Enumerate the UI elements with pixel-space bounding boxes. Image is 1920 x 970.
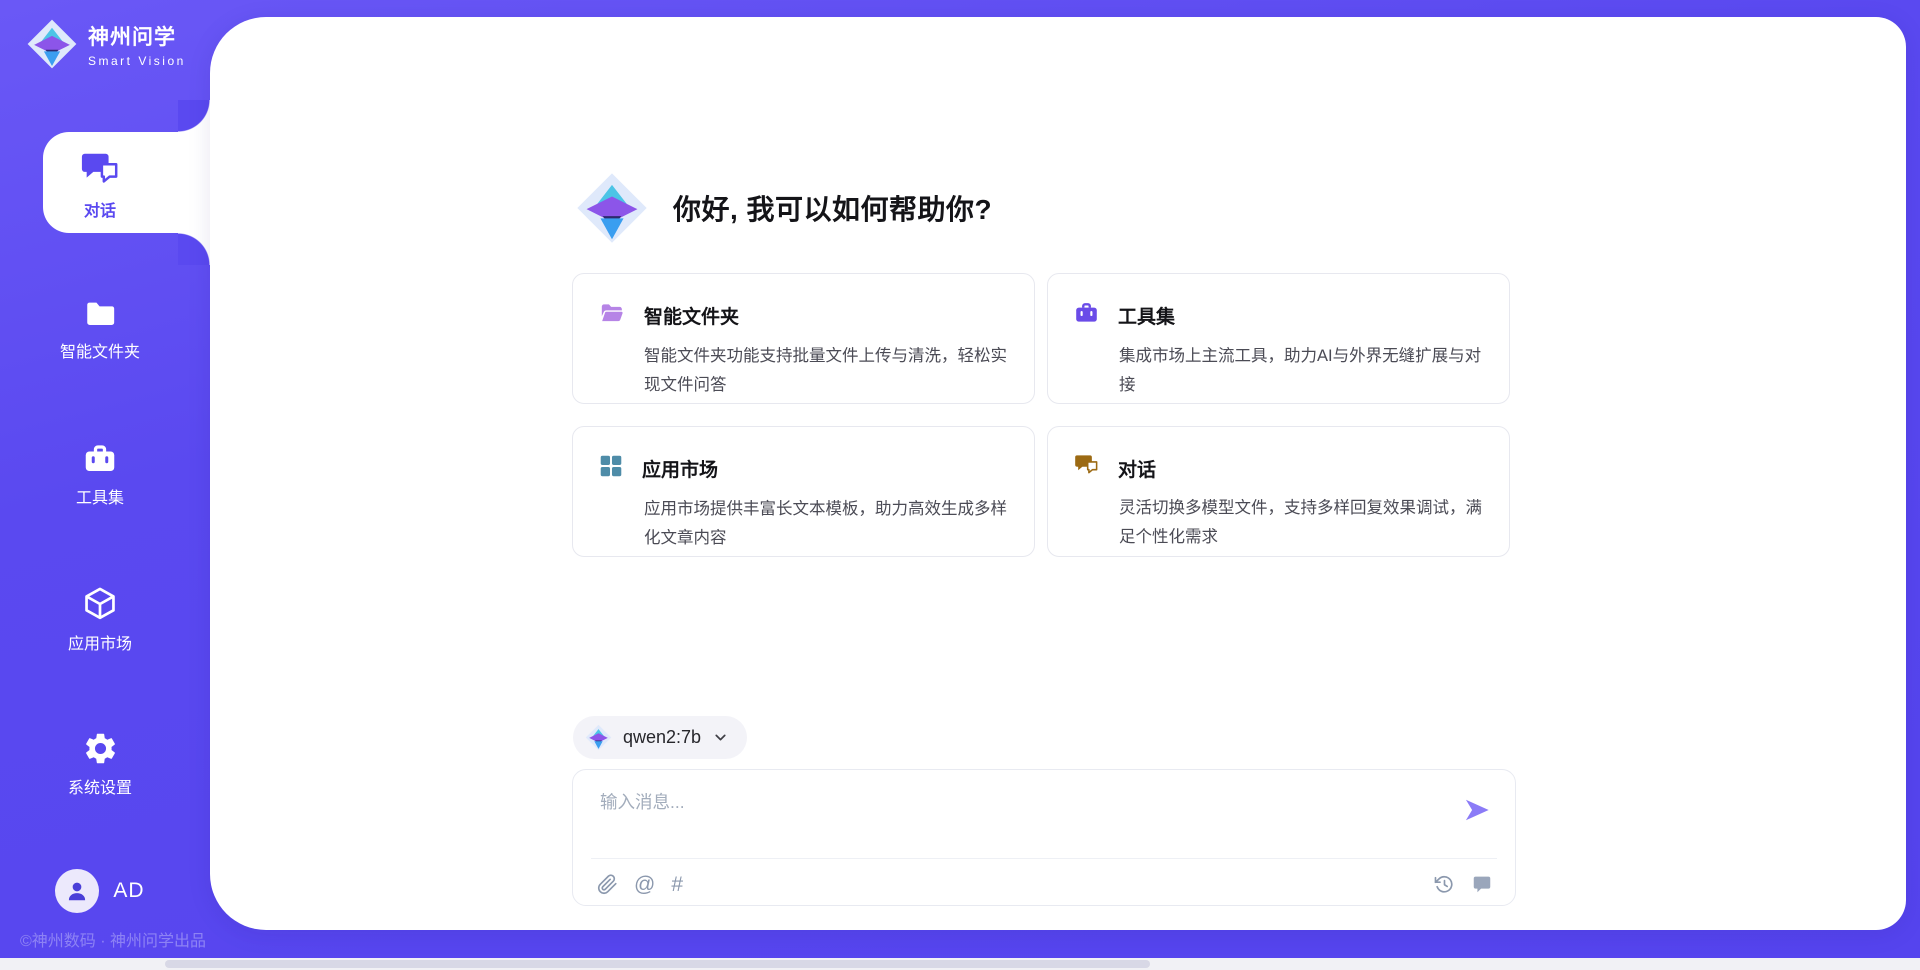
feature-cards: 智能文件夹 智能文件夹功能支持批量文件上传与清洗，轻松实现文件问答 工具集 集	[572, 273, 1510, 557]
message-input[interactable]: 输入消息...	[600, 789, 1445, 849]
card-title: 对话	[1118, 455, 1156, 482]
gem-logo-icon	[575, 171, 649, 245]
send-button[interactable]	[1463, 796, 1491, 824]
folder-icon	[82, 297, 118, 331]
chat-icon	[1073, 453, 1100, 483]
greeting: 你好, 我可以如何帮助你?	[575, 171, 992, 245]
composer-divider	[591, 858, 1497, 859]
app-root: 神州问学 Smart Vision 对话 智能文件夹	[0, 0, 1920, 970]
chat-bubble-icon	[1471, 873, 1493, 895]
chevron-down-icon	[712, 729, 729, 746]
card-title: 智能文件夹	[644, 302, 739, 329]
input-placeholder: 输入消息...	[600, 792, 685, 812]
sidebar-item-smart-folder[interactable]: 智能文件夹	[0, 297, 200, 362]
card-description: 灵活切换多模型文件，支持多样回复效果调试，满足个性化需求	[1119, 494, 1483, 552]
history-icon	[1434, 874, 1455, 895]
cube-icon	[81, 585, 119, 623]
sidebar: 神州问学 Smart Vision 对话 智能文件夹	[0, 0, 210, 970]
feature-card-chat[interactable]: 对话 灵活切换多模型文件，支持多样回复效果调试，满足个性化需求	[1047, 426, 1510, 557]
user-profile[interactable]: AD	[0, 869, 200, 913]
mention-button[interactable]: @	[634, 874, 655, 895]
sidebar-item-label: 应用市场	[68, 630, 132, 654]
card-description: 智能文件夹功能支持批量文件上传与清洗，轻松实现文件问答	[644, 342, 1008, 400]
greeting-text: 你好, 我可以如何帮助你?	[673, 188, 992, 228]
main-panel: 你好, 我可以如何帮助你? 智能文件夹 智能文件夹功能支持批量文件上传与清洗，轻…	[210, 17, 1906, 930]
hashtag-button[interactable]: #	[671, 874, 683, 895]
chat-bubble-button[interactable]	[1471, 873, 1493, 895]
sidebar-item-label: 智能文件夹	[60, 338, 140, 362]
sidebar-item-toolset[interactable]: 工具集	[0, 441, 200, 508]
model-selector[interactable]: qwen2:7b	[573, 716, 747, 759]
model-name: qwen2:7b	[623, 727, 701, 748]
brand-logo: 神州问学 Smart Vision	[26, 18, 186, 70]
person-icon	[64, 878, 90, 904]
send-icon	[1463, 796, 1491, 824]
feature-card-toolset[interactable]: 工具集 集成市场上主流工具，助力AI与外界无缝扩展与对接	[1047, 273, 1510, 404]
sidebar-item-label: 系统设置	[68, 774, 132, 798]
app-grid-icon	[598, 453, 624, 484]
sidebar-item-label: 对话	[84, 197, 116, 221]
sidebar-item-label: 工具集	[76, 484, 124, 508]
attach-file-button[interactable]	[597, 874, 618, 895]
card-title: 应用市场	[642, 455, 718, 482]
feature-card-smart-folder[interactable]: 智能文件夹 智能文件夹功能支持批量文件上传与清洗，轻松实现文件问答	[572, 273, 1035, 404]
sidebar-item-app-market[interactable]: 应用市场	[0, 585, 200, 654]
copyright-text: ©神州数码 · 神州问学出品	[20, 927, 206, 951]
sidebar-item-settings[interactable]: 系统设置	[0, 730, 200, 798]
brand-subtitle: Smart Vision	[88, 54, 186, 68]
history-button[interactable]	[1434, 874, 1455, 895]
folder-open-icon	[598, 300, 626, 331]
feature-card-app-market[interactable]: 应用市场 应用市场提供丰富长文本模板，助力高效生成多样化文章内容	[572, 426, 1035, 557]
chat-icon	[79, 150, 121, 190]
sidebar-item-chat[interactable]: 对话	[0, 150, 200, 221]
briefcase-icon	[82, 441, 118, 477]
horizontal-scrollbar[interactable]	[0, 958, 1920, 970]
gem-logo-icon	[26, 18, 78, 70]
paperclip-icon	[597, 874, 618, 895]
card-description: 应用市场提供丰富长文本模板，助力高效生成多样化文章内容	[644, 495, 1008, 553]
scrollbar-thumb[interactable]	[165, 960, 1150, 968]
gear-icon	[82, 730, 119, 767]
card-description: 集成市场上主流工具，助力AI与外界无缝扩展与对接	[1119, 342, 1483, 400]
gem-logo-icon	[585, 724, 612, 751]
user-initials: AD	[113, 879, 144, 903]
avatar	[55, 869, 99, 913]
message-composer: 输入消息... @ #	[572, 769, 1516, 906]
card-title: 工具集	[1118, 302, 1175, 329]
brand-name: 神州问学	[88, 21, 186, 51]
briefcase-icon	[1073, 300, 1100, 331]
